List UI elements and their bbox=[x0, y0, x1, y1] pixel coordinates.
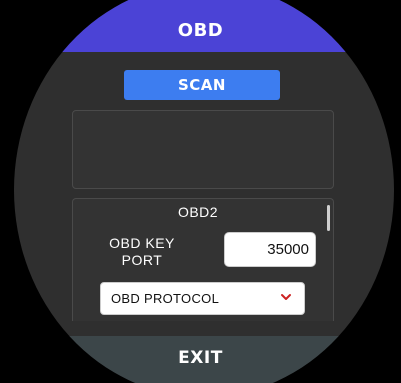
protocol-label: OBD PROTOCOL bbox=[111, 291, 220, 306]
exit-label: EXIT bbox=[178, 348, 223, 368]
protocol-dropdown[interactable]: OBD PROTOCOL bbox=[100, 282, 305, 315]
port-label: OBD KEY PORT bbox=[109, 235, 175, 268]
scrollbar[interactable] bbox=[327, 205, 330, 231]
port-input[interactable] bbox=[224, 232, 316, 267]
watch-face: OBD SCAN OBD2 OBD KEY PORT OBD PROTOCOL … bbox=[14, 0, 394, 383]
header-bar: OBD bbox=[14, 0, 394, 52]
face-content: OBD SCAN OBD2 OBD KEY PORT OBD PROTOCOL … bbox=[14, 0, 394, 383]
page-title: OBD bbox=[177, 20, 224, 41]
section-title: OBD2 bbox=[177, 204, 219, 220]
app-screen: OBD SCAN OBD2 OBD KEY PORT OBD PROTOCOL … bbox=[0, 0, 401, 383]
chevron-down-icon bbox=[281, 294, 291, 300]
scan-result-area bbox=[72, 110, 334, 189]
obd2-settings-panel[interactable]: OBD2 OBD KEY PORT OBD PROTOCOL bbox=[72, 198, 334, 321]
exit-button[interactable]: EXIT bbox=[14, 336, 394, 383]
scan-button[interactable]: SCAN bbox=[124, 70, 280, 100]
